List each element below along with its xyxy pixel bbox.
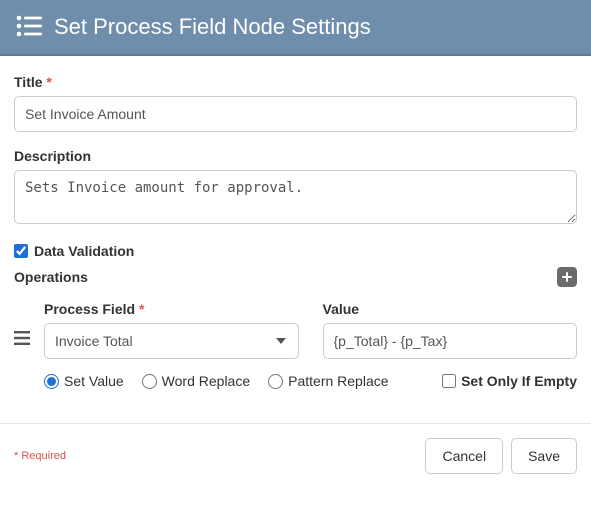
list-icon [16,15,42,40]
save-button[interactable]: Save [511,438,577,474]
mode-set-value[interactable]: Set Value [44,373,124,389]
form-body: Title * Description Data Validation Oper… [0,56,591,389]
required-note: * Required [14,450,66,462]
mode-word-replace[interactable]: Word Replace [142,373,250,389]
operation-row: Process Field * Invoice Total Value Set … [14,301,577,389]
title-input[interactable] [14,96,577,132]
mode-pattern-replace[interactable]: Pattern Replace [268,373,388,389]
process-field-label: Process Field * [44,301,299,317]
required-star: * [139,301,144,317]
required-star: * [46,74,51,90]
data-validation-label: Data Validation [34,243,134,259]
title-label: Title * [14,74,577,90]
drag-handle[interactable] [14,301,30,345]
description-label: Description [14,148,577,164]
dialog-footer: * Required Cancel Save [0,423,591,488]
dialog-title: Set Process Field Node Settings [54,14,371,40]
cancel-button[interactable]: Cancel [425,438,503,474]
drag-icon [14,331,30,345]
description-input[interactable] [14,170,577,224]
data-validation-checkbox[interactable] [14,244,28,258]
process-field-select[interactable]: Invoice Total [44,323,299,359]
plus-icon [561,271,573,283]
operations-label: Operations [14,269,88,285]
value-input[interactable] [323,323,578,359]
value-label: Value [323,301,578,317]
dialog-header: Set Process Field Node Settings [0,0,591,56]
add-operation-button[interactable] [557,267,577,287]
set-only-if-empty[interactable]: Set Only If Empty [442,373,577,389]
